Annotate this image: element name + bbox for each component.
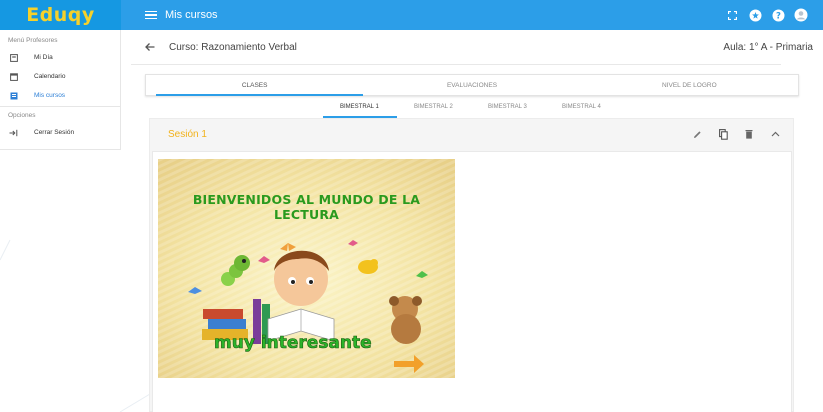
hamburger-menu-icon[interactable] [145,10,157,20]
top-app-bar: Eduqy Mis cursos ? [0,0,823,30]
sidebar-section-profesores: Menú Profesores [8,37,58,44]
sidebar-item-label: Cerrar Sesión [34,129,75,136]
session-panel: Sesión 1 BIENVENIDOS AL MUNDO DE LA LECT… [149,118,794,412]
tab-bimestral-2[interactable]: BIMESTRAL 2 [414,104,453,110]
tab-evaluaciones[interactable]: EVALUACIONES [363,75,580,95]
main-content: Curso: Razonamiento Verbal Aula: 1° A - … [121,30,823,412]
lesson-image[interactable]: BIENVENIDOS AL MUNDO DE LA LECTURA muy i… [158,159,455,378]
fullscreen-icon[interactable] [725,8,739,22]
page-title: Mis cursos [165,9,218,21]
sidebar-item-calendario[interactable]: Calendario [0,67,120,86]
sidebar-item-label: Mi Día [34,54,53,61]
sidebar-item-label: Mis cursos [34,92,66,99]
copy-icon[interactable] [717,128,729,140]
star-icon[interactable] [748,8,762,22]
bimestral-tabs: BIMESTRAL 1 BIMESTRAL 2 BIMESTRAL 3 BIME… [121,100,823,118]
aula-label: Aula: 1° A - Primaria [723,42,813,53]
calendar-icon [9,72,18,81]
sidebar-item-label: Calendario [34,73,66,80]
tab-bimestral-3[interactable]: BIMESTRAL 3 [488,104,527,110]
session-title: Sesión 1 [168,129,207,140]
collapse-icon[interactable] [769,128,781,140]
app-bar-main: Mis cursos ? [121,0,823,30]
sidebar-item-mis-cursos[interactable]: Mis cursos [0,86,120,105]
svg-text:?: ? [776,11,781,21]
daily-icon [9,53,18,62]
session-header[interactable]: Sesión 1 [150,119,793,151]
sidebar-item-cerrar-sesion[interactable]: Cerrar Sesión [0,123,120,142]
course-header: Curso: Razonamiento Verbal Aula: 1° A - … [121,30,823,64]
header-divider [131,64,781,65]
courses-icon [9,91,18,100]
course-title: Curso: Razonamiento Verbal [169,42,297,53]
main-tabs: CLASES EVALUACIONES NIVEL DE LOGRO [145,74,799,96]
logout-icon [9,128,18,137]
eduqy-logo: Eduqy [26,4,95,26]
logo-area[interactable]: Eduqy [0,0,121,30]
user-avatar-icon[interactable] [794,8,808,22]
help-icon[interactable]: ? [771,8,785,22]
lesson-heading-line2: LECTURA [273,207,340,222]
tab-nivel-de-logro[interactable]: NIVEL DE LOGRO [581,75,798,95]
lesson-slogan: muy interesante [214,333,372,354]
delete-icon[interactable] [743,128,755,140]
app-bar-actions: ? [725,8,823,22]
edit-icon[interactable] [691,128,703,140]
lesson-heading-line1: BIENVENIDOS AL MUNDO DE LA [192,192,421,207]
back-arrow-icon[interactable] [144,41,156,53]
sidebar-item-mi-dia[interactable]: Mi Día [0,48,120,67]
session-actions [691,128,781,140]
tab-bimestral-1[interactable]: BIMESTRAL 1 [340,104,379,110]
sidebar: Menú Profesores Mi Día Calendario Mis cu… [0,30,121,150]
sidebar-divider [0,106,120,107]
sidebar-section-opciones: Opciones [8,112,36,119]
tab-bimestral-4[interactable]: BIMESTRAL 4 [562,104,601,110]
tab-clases[interactable]: CLASES [146,75,364,96]
session-content: BIENVENIDOS AL MUNDO DE LA LECTURA muy i… [152,151,792,412]
